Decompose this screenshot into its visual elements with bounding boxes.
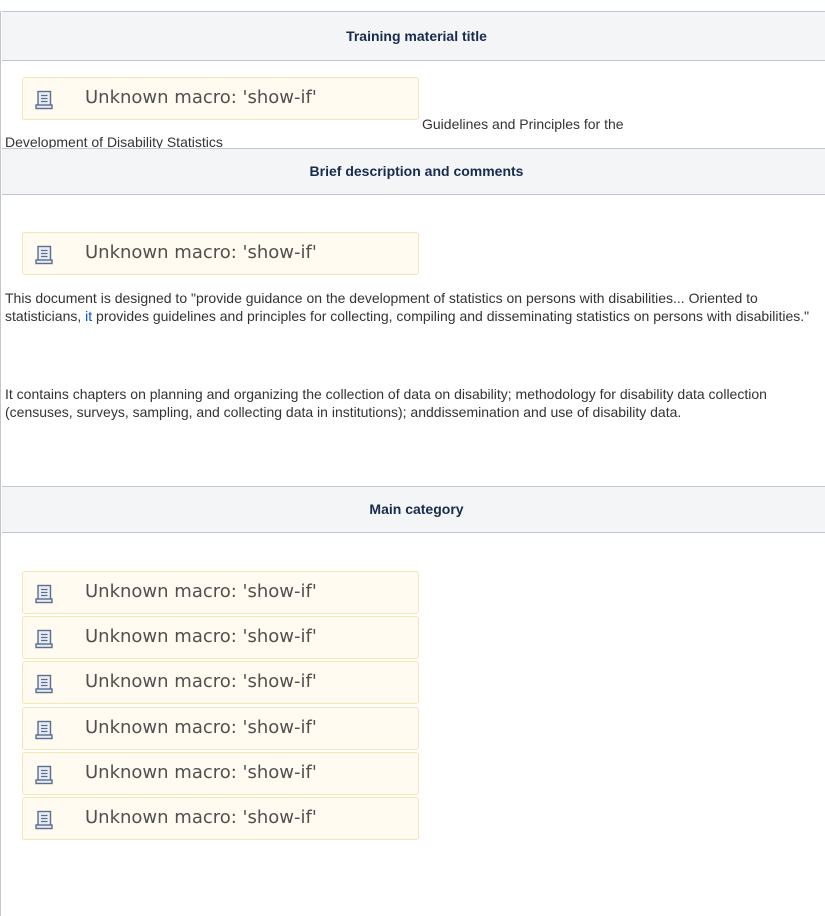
- scroll-macro-icon: [35, 765, 53, 785]
- content-table: Training material title Unknown macro: '…: [0, 11, 825, 916]
- macro-label: Unknown macro: 'show-if': [85, 87, 317, 108]
- macro-label: Unknown macro: 'show-if': [85, 671, 317, 692]
- macro-placeholder: Unknown macro: 'show-if': [22, 571, 419, 614]
- macro-placeholder: Unknown macro: 'show-if': [22, 616, 419, 659]
- section-header-title: Training material title: [2, 11, 825, 61]
- macro-placeholder: Unknown macro: 'show-if': [22, 707, 419, 750]
- macro-placeholder: Unknown macro: 'show-if': [22, 232, 419, 275]
- section-header-description: Brief description and comments: [2, 148, 825, 195]
- scroll-macro-icon: [35, 629, 53, 649]
- title-text-line-1: Guidelines and Principles for the: [422, 116, 624, 132]
- macro-placeholder: Unknown macro: 'show-if': [22, 752, 419, 795]
- macro-placeholder: Unknown macro: 'show-if': [22, 77, 419, 120]
- macro-label: Unknown macro: 'show-if': [85, 807, 317, 828]
- section-header-category: Main category: [2, 486, 825, 533]
- scroll-macro-icon: [35, 810, 53, 830]
- scroll-macro-icon: [35, 674, 53, 694]
- macro-label: Unknown macro: 'show-if': [85, 242, 317, 263]
- scroll-macro-icon: [35, 90, 53, 110]
- macro-label: Unknown macro: 'show-if': [85, 581, 317, 602]
- scroll-macro-icon: [35, 584, 53, 604]
- macro-label: Unknown macro: 'show-if': [85, 717, 317, 738]
- macro-label: Unknown macro: 'show-if': [85, 626, 317, 647]
- macro-placeholder: Unknown macro: 'show-if': [22, 797, 419, 840]
- scroll-macro-icon: [35, 245, 53, 265]
- macro-label: Unknown macro: 'show-if': [85, 762, 317, 783]
- macro-placeholder: Unknown macro: 'show-if': [22, 661, 419, 704]
- description-paragraph-2: It contains chapters on planning and org…: [5, 386, 767, 420]
- description-paragraph-1: This document is designed to "provide gu…: [5, 290, 810, 324]
- scroll-macro-icon: [35, 720, 53, 740]
